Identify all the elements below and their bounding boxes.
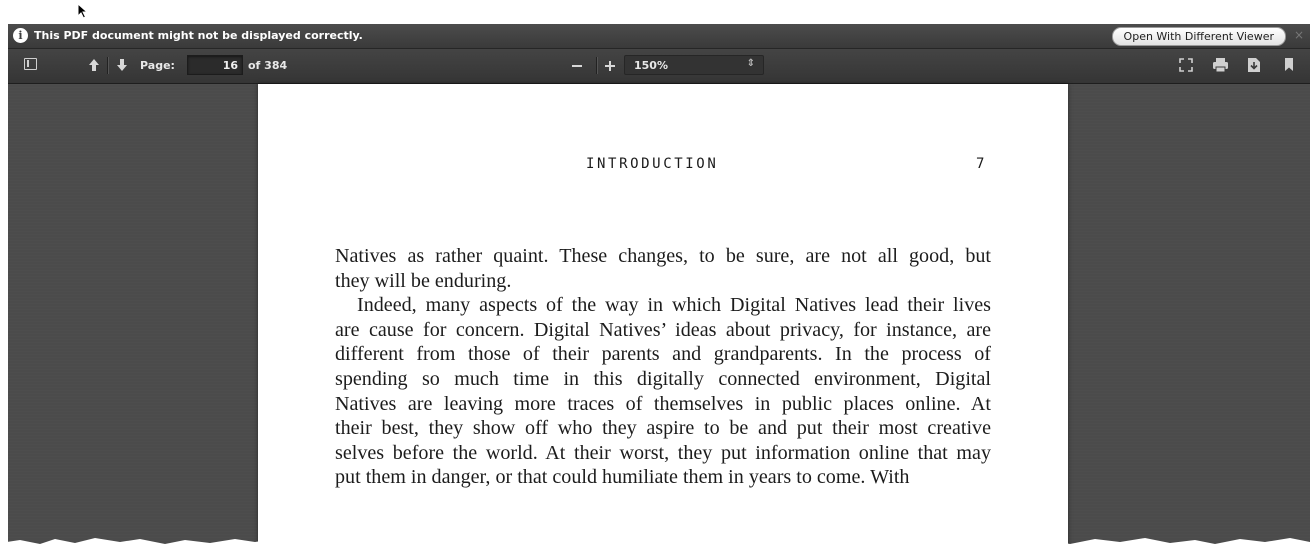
body-text: Natives as rather quaint. These changes,…	[335, 244, 991, 490]
text-line: are cause for concern. Digital Natives’ …	[335, 318, 991, 341]
pdf-toolbar: Page: of 384 150% ⇕	[8, 49, 1310, 84]
arrow-down-icon[interactable]	[116, 58, 128, 72]
arrow-up-icon[interactable]	[88, 58, 100, 72]
page-number: 7	[976, 156, 985, 172]
page-number-input[interactable]	[187, 55, 243, 75]
info-icon: i	[13, 28, 28, 43]
pdf-page: INTRODUCTION 7 Natives as rather quaint.…	[258, 84, 1068, 550]
bookmark-icon[interactable]	[1284, 57, 1294, 72]
running-head: INTRODUCTION	[586, 156, 719, 172]
text-line: selves before the world. At their worst,…	[335, 441, 991, 464]
document-viewer[interactable]: INTRODUCTION 7 Natives as rather quaint.…	[8, 84, 1310, 550]
zoom-value: 150%	[634, 59, 668, 72]
notification-bar: i This PDF document might not be display…	[8, 24, 1310, 49]
toolbar-divider	[107, 57, 108, 74]
text-line: their best, they show off who they aspir…	[335, 417, 991, 440]
text-line: different from those of their parents an…	[335, 343, 991, 366]
toolbar-divider	[596, 57, 597, 74]
torn-edge	[0, 538, 1310, 550]
text-line: they will be enduring.	[335, 269, 512, 292]
select-arrows-icon: ⇕	[746, 58, 755, 69]
print-icon[interactable]	[1212, 57, 1229, 73]
text-line: put them in danger, or that could humili…	[335, 466, 910, 489]
mouse-cursor-icon	[77, 3, 89, 19]
text-line: Natives as rather quaint. These changes,…	[335, 245, 991, 267]
text-line: Natives are leaving more traces of thems…	[335, 392, 991, 415]
open-with-different-viewer-button[interactable]: Open With Different Viewer	[1111, 27, 1286, 46]
page-count: of 384	[248, 59, 288, 72]
zoom-in-icon[interactable]	[604, 59, 616, 73]
pdf-viewer-window: i This PDF document might not be display…	[0, 0, 1310, 550]
notification-message: This PDF document might not be displayed…	[34, 29, 363, 42]
text-line: Indeed, many aspects of the way in which…	[357, 294, 991, 317]
fullscreen-icon[interactable]	[1178, 57, 1194, 73]
download-icon[interactable]	[1247, 57, 1261, 73]
zoom-select[interactable]: 150% ⇕	[624, 55, 764, 75]
zoom-out-icon[interactable]	[571, 59, 583, 73]
sidebar-toggle-icon[interactable]	[24, 58, 37, 70]
close-notification-icon[interactable]: ×	[1294, 28, 1304, 42]
page-label: Page:	[140, 59, 175, 72]
text-line: spending so much time in this digitally …	[335, 367, 991, 390]
